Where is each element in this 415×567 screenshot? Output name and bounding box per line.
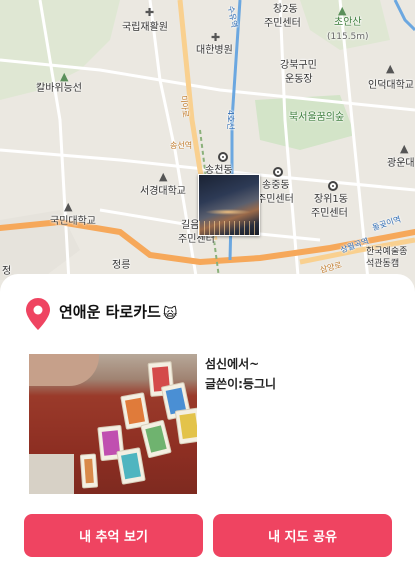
photo-floor	[29, 454, 74, 494]
caption-author: 글쓴이:등그니	[205, 377, 277, 391]
map-label-art-2: 석관동캠	[366, 259, 400, 269]
station-dot-icon	[328, 181, 338, 191]
map-label-daehan-hospital: 대한병원	[196, 45, 233, 56]
map-label-songjung-1: 송중동	[262, 180, 290, 191]
map-label-gukmin: 국민대학교	[50, 216, 96, 227]
memory-caption: 섬신에서~ 글쓴이:등그니	[205, 354, 276, 394]
mountain-icon: ▲	[338, 4, 347, 17]
map-label-gangbuk-1: 강북구민	[280, 60, 317, 71]
plus-icon: ✚	[211, 31, 221, 44]
map-label-line4: 4호선	[226, 110, 235, 130]
caption-line: 섬신에서~	[205, 357, 260, 371]
view-my-memories-button[interactable]: 내 추억 보기	[24, 514, 203, 557]
map-label-seogyeong: 서경대학교	[140, 186, 186, 197]
map-label-jangwi-1: 장위1동	[314, 194, 348, 205]
station-dot-icon	[218, 152, 228, 162]
map-label-art-1: 한국예술종	[366, 247, 408, 257]
school-icon: ▲	[400, 142, 409, 155]
station-dot-icon	[273, 167, 283, 177]
tarot-card	[174, 407, 197, 445]
map-label-songjung-2: 주민센터	[257, 194, 294, 205]
map-label-national-rehab: 국립재활원	[122, 22, 168, 33]
tarot-card	[79, 453, 99, 489]
map-view[interactable]: 국립재활원 ✚ 창2동 주민센터 초안산 (115.5m) ✚ 대한병원 칼바위…	[0, 0, 415, 300]
map-label-chonansan: 초안산	[334, 17, 362, 28]
tarot-card	[116, 447, 146, 485]
location-pin-icon	[26, 298, 50, 330]
map-label-kalbawi: 칼바위능선	[36, 83, 82, 94]
map-label-gwangun: 광운대	[387, 158, 415, 169]
place-title: 연애운 타로카드 🙀	[59, 302, 177, 324]
share-my-map-button[interactable]: 내 지도 공유	[213, 514, 392, 557]
map-label-jeongneung: 정릉	[112, 260, 131, 271]
scared-cat-emoji-icon: 🙀	[162, 306, 178, 322]
map-label-songseon: 송선역	[170, 141, 193, 150]
map-label-changdong2: 창2동	[273, 4, 298, 15]
place-title-text: 연애운 타로카드	[59, 303, 161, 321]
place-detail-sheet: 연애운 타로카드 🙀 섬신에서~ 글쓴이:등그니 내 추억 보기 내 지도 공유	[0, 274, 415, 567]
map-label-bukseoul-forest: 북서울꿈의숲	[289, 112, 345, 123]
memory-photo[interactable]	[29, 354, 197, 494]
map-label-gileum-1: 길음	[181, 220, 200, 231]
plus-icon: ✚	[145, 6, 155, 19]
map-label-chonansan-height: (115.5m)	[327, 32, 369, 42]
map-label-miari: 미아로	[179, 95, 190, 118]
map-label-indeok: 인덕대학교	[368, 80, 414, 91]
school-icon: ▲	[64, 200, 73, 213]
tarot-card	[140, 419, 172, 459]
map-label-changdong2-center: 주민센터	[264, 18, 301, 29]
photo-marker[interactable]	[198, 174, 260, 236]
map-label-jangwi-2: 주민센터	[311, 208, 348, 219]
map-label-gangbuk-2: 운동장	[285, 74, 313, 85]
mountain-icon: ▲	[60, 70, 69, 83]
school-icon: ▲	[159, 170, 168, 183]
school-icon: ▲	[386, 62, 395, 75]
photo-arm	[29, 354, 99, 386]
